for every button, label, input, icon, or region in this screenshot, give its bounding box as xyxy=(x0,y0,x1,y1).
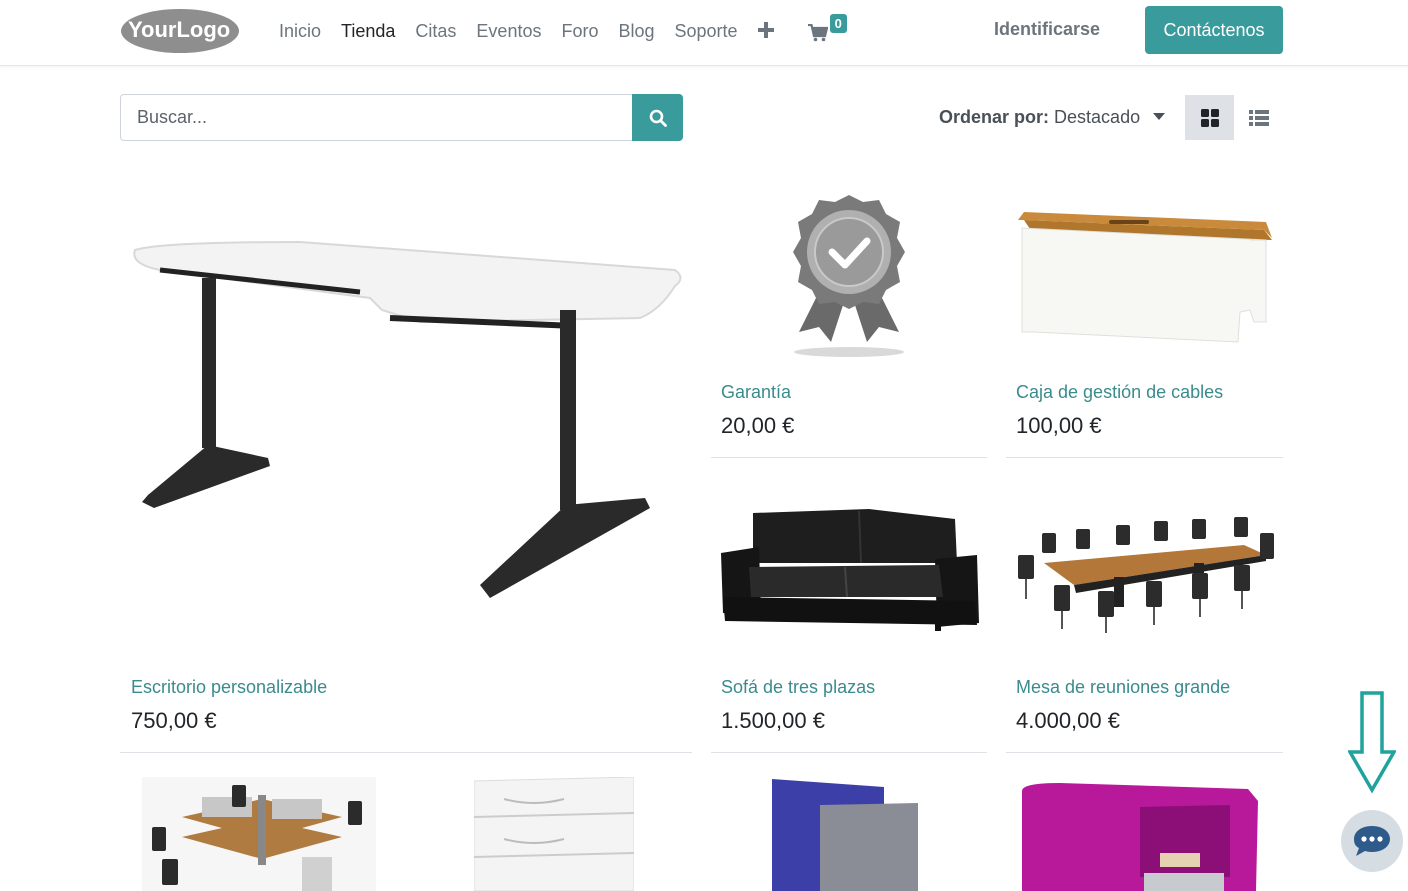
card-divider xyxy=(120,752,692,753)
product-card-drawer-unit[interactable] xyxy=(473,776,635,891)
product-name[interactable]: Garantía xyxy=(721,382,791,403)
product-card-sofa[interactable]: Sofá de tres plazas 1.500,00 € xyxy=(711,465,987,753)
product-image-acoustic-panels[interactable] xyxy=(772,777,922,891)
logo-text: YourLogo xyxy=(128,17,230,42)
product-name[interactable]: Escritorio personalizable xyxy=(131,677,327,698)
nav-eventos[interactable]: Eventos xyxy=(476,21,541,42)
product-card-acoustic-panels[interactable] xyxy=(772,777,922,891)
product-image-sofa[interactable] xyxy=(719,505,981,635)
nav-tienda[interactable]: Tienda xyxy=(341,21,395,42)
chat-icon xyxy=(1354,826,1390,856)
sort-value: Destacado xyxy=(1054,107,1141,127)
product-image-cable-box[interactable] xyxy=(1014,210,1276,350)
card-divider xyxy=(1006,457,1283,458)
cart-button[interactable]: 0 xyxy=(807,14,852,46)
product-image-office-workstations[interactable] xyxy=(142,777,376,891)
nav-inicio[interactable]: Inicio xyxy=(279,21,321,42)
main-nav: Inicio Tienda Citas Eventos Foro Blog So… xyxy=(279,0,852,62)
product-card-meeting-table[interactable]: Mesa de reuniones grande 4.000,00 € xyxy=(1006,465,1283,753)
product-name[interactable]: Mesa de reuniones grande xyxy=(1016,677,1230,698)
search-icon xyxy=(649,109,667,127)
product-card-desk[interactable]: Escritorio personalizable 750,00 € xyxy=(120,170,692,753)
product-image-drawer-unit[interactable] xyxy=(473,776,635,891)
grid-view-icon xyxy=(1200,108,1219,127)
product-image-desk[interactable] xyxy=(120,230,692,610)
product-card-cable-box[interactable]: Caja de gestión de cables 100,00 € xyxy=(1006,170,1283,458)
site-logo[interactable]: YourLogo xyxy=(120,6,240,56)
card-divider xyxy=(711,752,987,753)
product-price: 4.000,00 € xyxy=(1016,708,1120,733)
card-divider xyxy=(711,457,987,458)
product-card-booth[interactable] xyxy=(1020,777,1258,891)
product-price: 1.500,00 € xyxy=(721,708,825,733)
cart-icon xyxy=(807,24,828,42)
grid-view-button[interactable] xyxy=(1185,95,1234,140)
site-header: YourLogo Inicio Tienda Citas Eventos For… xyxy=(0,0,1408,66)
product-image-booth[interactable] xyxy=(1020,777,1258,891)
product-name[interactable]: Caja de gestión de cables xyxy=(1016,382,1223,403)
login-link[interactable]: Identificarse xyxy=(994,19,1100,40)
chevron-down-icon xyxy=(1153,113,1166,120)
card-divider xyxy=(1006,752,1283,753)
product-card-office-workstations[interactable] xyxy=(142,777,376,891)
product-price: 100,00 € xyxy=(1016,413,1102,438)
product-price: 20,00 € xyxy=(721,413,795,438)
list-view-icon xyxy=(1248,109,1269,126)
list-view-button[interactable] xyxy=(1234,95,1283,140)
nav-citas[interactable]: Citas xyxy=(415,21,456,42)
search-input[interactable] xyxy=(120,94,633,141)
sort-dropdown[interactable]: Ordenar por: Destacado xyxy=(939,107,1166,128)
arrow-down-icon xyxy=(1346,690,1398,800)
product-image-meeting-table[interactable] xyxy=(1014,515,1278,635)
product-price: 750,00 € xyxy=(131,708,217,733)
sort-label: Ordenar por: xyxy=(939,107,1050,127)
nav-blog[interactable]: Blog xyxy=(618,21,654,42)
product-card-warranty[interactable]: Garantía 20,00 € xyxy=(711,170,987,458)
product-image-warranty[interactable] xyxy=(789,192,909,362)
search-button[interactable] xyxy=(632,94,683,141)
plus-icon[interactable] xyxy=(757,19,774,43)
chat-button[interactable] xyxy=(1341,810,1403,872)
product-name[interactable]: Sofá de tres plazas xyxy=(721,677,875,698)
contact-button[interactable]: Contáctenos xyxy=(1145,6,1283,54)
nav-foro[interactable]: Foro xyxy=(561,21,598,42)
cart-count-badge: 0 xyxy=(829,14,847,33)
nav-soporte[interactable]: Soporte xyxy=(675,21,738,42)
